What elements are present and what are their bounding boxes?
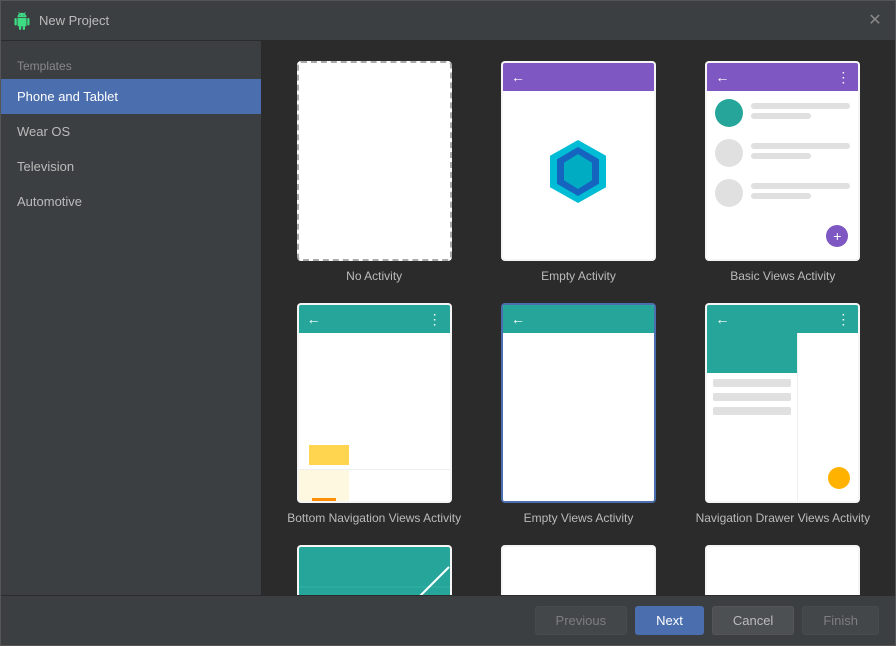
menu-icon: ⋮ — [428, 311, 442, 328]
sidebar-item-television[interactable]: Television — [1, 149, 261, 184]
sidebar-section-label: Templates — [1, 49, 261, 79]
menu-icon: ⋮ — [836, 69, 850, 86]
sidebar-item-phone-tablet[interactable]: Phone and Tablet — [1, 79, 261, 114]
game-card — [501, 545, 656, 595]
native-cpp-card: C++ — [705, 545, 860, 595]
navigation-drawer-card: ← ⋮ — [705, 303, 860, 503]
template-bottom-navigation[interactable]: ← ⋮ — [282, 303, 466, 525]
template-no-activity[interactable]: No Activity — [282, 61, 466, 283]
android-icon — [13, 12, 31, 30]
back-arrow-icon: ← — [511, 311, 525, 327]
bottom-navigation-card: ← ⋮ — [297, 303, 452, 503]
finish-button[interactable]: Finish — [802, 606, 879, 635]
template-navigation-drawer[interactable]: ← ⋮ — [691, 303, 875, 525]
sidebar-item-wear-os[interactable]: Wear OS — [1, 114, 261, 149]
back-arrow-icon: ← — [715, 69, 729, 85]
template-native-cpp[interactable]: C++ Native C++ — [691, 545, 875, 595]
template-empty-views[interactable]: ← Empty Views Activity — [486, 303, 670, 525]
new-project-dialog: New Project ✕ Templates Phone and Tablet… — [0, 0, 896, 646]
no-activity-card — [297, 61, 452, 261]
title-bar: New Project ✕ — [1, 1, 895, 41]
template-empty-activity[interactable]: ← Empty Activity — [486, 61, 670, 283]
template-basic-views[interactable]: ← ⋮ — [691, 61, 875, 283]
menu-icon: ⋮ — [836, 311, 850, 328]
fab-button: + — [826, 225, 848, 247]
empty-views-label: Empty Views Activity — [524, 511, 634, 525]
empty-views-card: ← — [501, 303, 656, 503]
template-graph[interactable]: Graph Activity — [282, 545, 466, 595]
sidebar-item-automotive[interactable]: Automotive — [1, 184, 261, 219]
close-button[interactable]: ✕ — [867, 13, 883, 29]
templates-area: No Activity ← — [262, 41, 895, 595]
bottom-navigation-label: Bottom Navigation Views Activity — [287, 511, 461, 525]
graph-svg — [299, 547, 450, 595]
back-arrow-icon: ← — [511, 69, 525, 85]
next-button[interactable]: Next — [635, 606, 704, 635]
template-game[interactable]: Game Activity — [486, 545, 670, 595]
graph-card — [297, 545, 452, 595]
dialog-title: New Project — [39, 13, 109, 28]
dialog-content: Templates Phone and Tablet Wear OS Telev… — [1, 41, 895, 595]
back-arrow-icon: ← — [307, 311, 321, 327]
hex-icon — [543, 137, 613, 207]
basic-views-card: ← ⋮ — [705, 61, 860, 261]
back-arrow-icon: ← — [715, 311, 729, 327]
basic-views-label: Basic Views Activity — [730, 269, 835, 283]
templates-grid: No Activity ← — [282, 61, 875, 595]
no-activity-label: No Activity — [346, 269, 402, 283]
empty-activity-label: Empty Activity — [541, 269, 616, 283]
sidebar: Templates Phone and Tablet Wear OS Telev… — [1, 41, 262, 595]
cancel-button[interactable]: Cancel — [712, 606, 794, 635]
previous-button[interactable]: Previous — [535, 606, 628, 635]
empty-activity-card: ← — [501, 61, 656, 261]
bottom-bar: Previous Next Cancel Finish — [1, 595, 895, 645]
navigation-drawer-label: Navigation Drawer Views Activity — [696, 511, 871, 525]
